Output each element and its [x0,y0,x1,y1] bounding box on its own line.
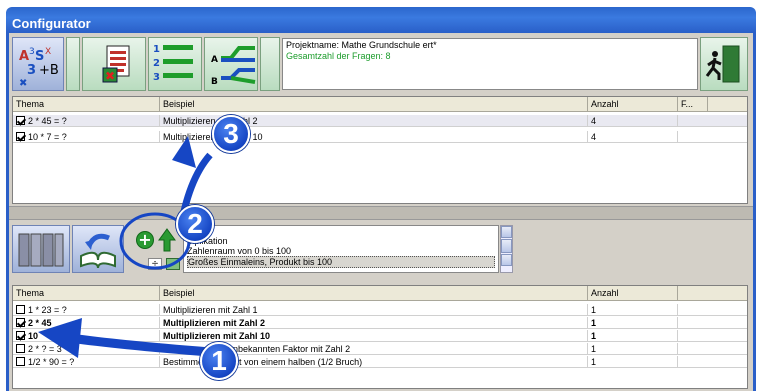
arrowhead-1 [38,318,82,358]
annotation-overlay [38,136,213,358]
configurator-window: Configurator A 3 S X 3 +B ✖ ✖ 1 2 3 A B … [0,0,762,391]
annotation-badge-1: 1 [200,342,238,380]
arrowhead-3 [172,136,196,168]
annotation-badge-2: 2 [176,205,214,243]
annotation-badge-3: 3 [212,115,250,153]
arrow-1 [69,333,211,357]
